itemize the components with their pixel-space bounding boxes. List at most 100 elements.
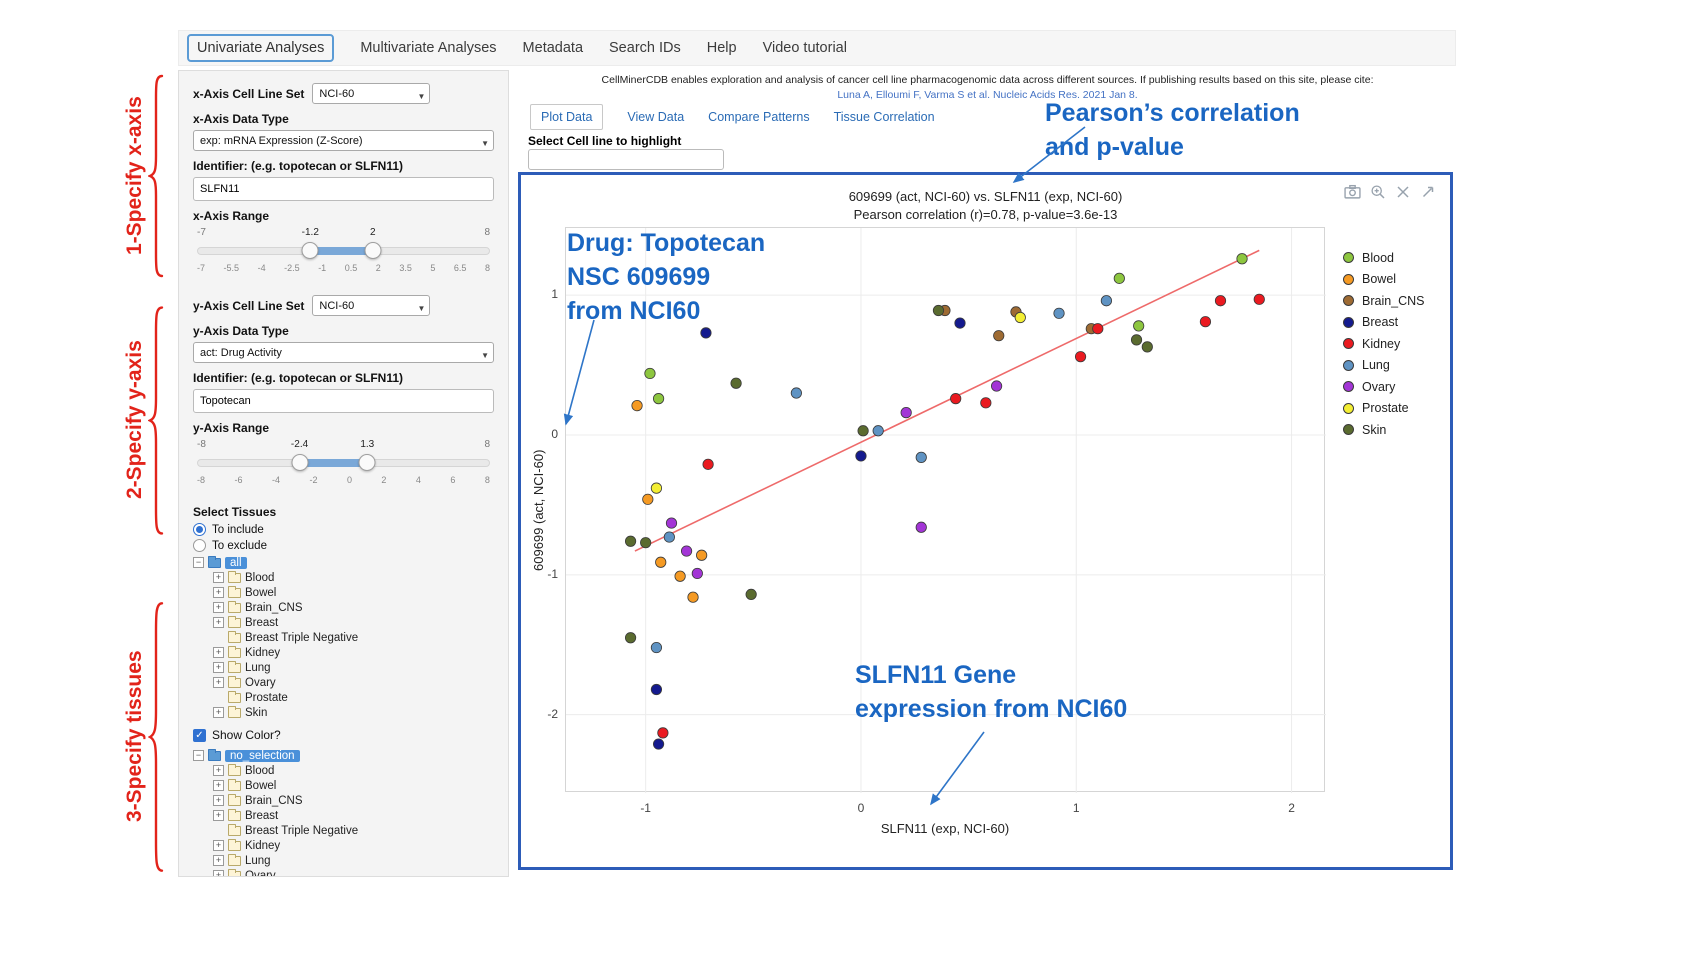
scatter-point-bowel: [675, 571, 685, 581]
radio-to-exclude[interactable]: To exclude: [193, 539, 494, 552]
tree-item-kidney[interactable]: + Kidney: [193, 645, 494, 660]
expand-icon[interactable]: +: [213, 765, 224, 776]
x-tick-label: 2: [1272, 801, 1312, 815]
folder-icon: [228, 766, 241, 776]
radio-label: To exclude: [212, 540, 267, 552]
highlight-cellline-input[interactable]: [528, 149, 724, 170]
expand-icon[interactable]: +: [213, 662, 224, 673]
tree-item-breast[interactable]: +Breast: [193, 615, 494, 630]
x-identifier-input[interactable]: [193, 177, 494, 201]
slider-handle-high[interactable]: [359, 454, 376, 471]
collapse-icon[interactable]: −: [193, 557, 204, 568]
tree-item-label: Lung: [245, 662, 271, 674]
tree-item-brain-cns[interactable]: +Brain_CNS: [193, 793, 494, 808]
x-cellline-select[interactable]: NCI-60▼: [312, 83, 430, 104]
scatter-point-skin: [625, 633, 635, 643]
folder-icon: [228, 871, 241, 877]
expand-icon[interactable]: +: [213, 707, 224, 718]
collapse-icon[interactable]: −: [193, 750, 204, 761]
scatter-point-breast: [651, 684, 661, 694]
scatter-point-skin: [746, 589, 756, 599]
expand-icon[interactable]: +: [213, 647, 224, 658]
folder-icon: [228, 826, 241, 836]
tree-item-blood[interactable]: +Blood: [193, 570, 494, 585]
tab-compare-patterns[interactable]: Compare Patterns: [708, 110, 809, 124]
slider-handle-low[interactable]: [291, 454, 308, 471]
nav-item-help[interactable]: Help: [707, 40, 737, 56]
legend-item-blood[interactable]: Blood: [1343, 247, 1425, 269]
legend-item-ovary[interactable]: Ovary: [1343, 376, 1425, 398]
tree-item-breast-triple-negative[interactable]: Breast Triple Negative: [193, 823, 494, 838]
top-navbar: Univariate Analyses Multivariate Analyses…: [178, 30, 1456, 66]
expand-icon[interactable]: +: [213, 795, 224, 806]
citation-link[interactable]: Luna A, Elloumi F, Varma S et al. Nuclei…: [520, 89, 1455, 101]
scatter-point-kidney: [658, 728, 668, 738]
plot-subtitle: Pearson correlation (r)=0.78, p-value=3.…: [521, 207, 1450, 222]
tree-item-ovary[interactable]: + Ovary: [193, 868, 494, 877]
expand-icon[interactable]: +: [213, 677, 224, 688]
slider-handle-high[interactable]: [364, 242, 381, 259]
y-identifier-input[interactable]: [193, 389, 494, 413]
expand-icon[interactable]: +: [213, 780, 224, 791]
tree-item-label: Ovary: [245, 870, 276, 878]
radio-to-include[interactable]: To include: [193, 523, 494, 536]
legend-item-lung[interactable]: Lung: [1343, 355, 1425, 377]
expand-icon[interactable]: +: [213, 572, 224, 583]
expand-icon[interactable]: +: [213, 840, 224, 851]
y-cellline-select[interactable]: NCI-60▼: [312, 295, 430, 316]
tree-item-bowel[interactable]: +Bowel: [193, 778, 494, 793]
tree-item-ovary[interactable]: +Ovary: [193, 675, 494, 690]
nav-item-univariate-analyses[interactable]: Univariate Analyses: [187, 34, 334, 62]
expand-icon[interactable]: +: [213, 617, 224, 628]
y-range-slider[interactable]: -88-2.41.3-8-6-4-202468: [197, 439, 490, 493]
tree-item-blood[interactable]: +Blood: [193, 763, 494, 778]
tree-item-prostate[interactable]: Prostate: [193, 690, 494, 705]
slider-handle-low[interactable]: [302, 242, 319, 259]
tree-item-skin[interactable]: +Skin: [193, 705, 494, 720]
expand-icon[interactable]: +: [213, 810, 224, 821]
expand-icon[interactable]: +: [213, 602, 224, 613]
include-tissue-tree: − all+Blood+Bowel+Brain_CNS+BreastBreast …: [193, 555, 494, 720]
tab-view-data[interactable]: View Data: [627, 110, 684, 124]
legend-item-breast[interactable]: Breast: [1343, 312, 1425, 334]
radio-icon[interactable]: [193, 523, 206, 536]
tab-plot-data[interactable]: Plot Data: [530, 104, 603, 130]
scatter-point-skin: [625, 536, 635, 546]
legend-item-skin[interactable]: Skin: [1343, 419, 1425, 441]
tree-root-all[interactable]: − all: [193, 555, 494, 570]
expand-icon[interactable]: +: [213, 855, 224, 866]
tree-item-breast-triple-negative[interactable]: Breast Triple Negative: [193, 630, 494, 645]
scatter-point-bowel: [688, 592, 698, 602]
x-datatype-select[interactable]: exp: mRNA Expression (Z-Score)▼: [193, 130, 494, 151]
tree-item-breast[interactable]: + Breast: [193, 808, 494, 823]
tree-item-label: Breast: [245, 810, 278, 822]
legend-item-kidney[interactable]: Kidney: [1343, 333, 1425, 355]
tab-tissue-correlation[interactable]: Tissue Correlation: [834, 110, 935, 124]
tree-item-brain-cns[interactable]: +Brain_CNS: [193, 600, 494, 615]
nav-item-metadata[interactable]: Metadata: [523, 40, 583, 56]
tree-item-kidney[interactable]: +Kidney: [193, 838, 494, 853]
folder-icon: [228, 648, 241, 658]
tree-item-lung[interactable]: + Lung: [193, 660, 494, 675]
scatter-point-brain_cns: [994, 330, 1004, 340]
tree-item-lung[interactable]: +Lung: [193, 853, 494, 868]
legend-item-prostate[interactable]: Prostate: [1343, 398, 1425, 420]
tree-item-bowel[interactable]: +Bowel: [193, 585, 494, 600]
nav-item-multivariate-analyses[interactable]: Multivariate Analyses: [360, 40, 496, 56]
expand-icon[interactable]: +: [213, 870, 224, 877]
y-datatype-select[interactable]: act: Drug Activity▼: [193, 342, 494, 363]
annotation-drug: Drug: TopotecanNSC 609699from NCI60: [567, 226, 765, 328]
tree-root-label: all: [225, 557, 247, 569]
expand-icon[interactable]: +: [213, 587, 224, 598]
nav-item-video-tutorial[interactable]: Video tutorial: [763, 40, 847, 56]
show-color-checkbox[interactable]: ✓: [193, 729, 206, 742]
x-range-slider[interactable]: -78-1.22-7-5.5-4-2.5-10.523.556.58: [197, 227, 490, 281]
legend-item-bowel[interactable]: Bowel: [1343, 269, 1425, 291]
legend-item-brain_cns[interactable]: Brain_CNS: [1343, 290, 1425, 312]
nav-item-search-ids[interactable]: Search IDs: [609, 40, 681, 56]
tree-root-no_selection[interactable]: −no_selection: [193, 748, 494, 763]
radio-icon[interactable]: [193, 539, 206, 552]
scatter-point-kidney: [1254, 294, 1264, 304]
annotation-line: NSC 609699: [567, 260, 765, 294]
tree-item-label: Kidney: [245, 647, 280, 659]
